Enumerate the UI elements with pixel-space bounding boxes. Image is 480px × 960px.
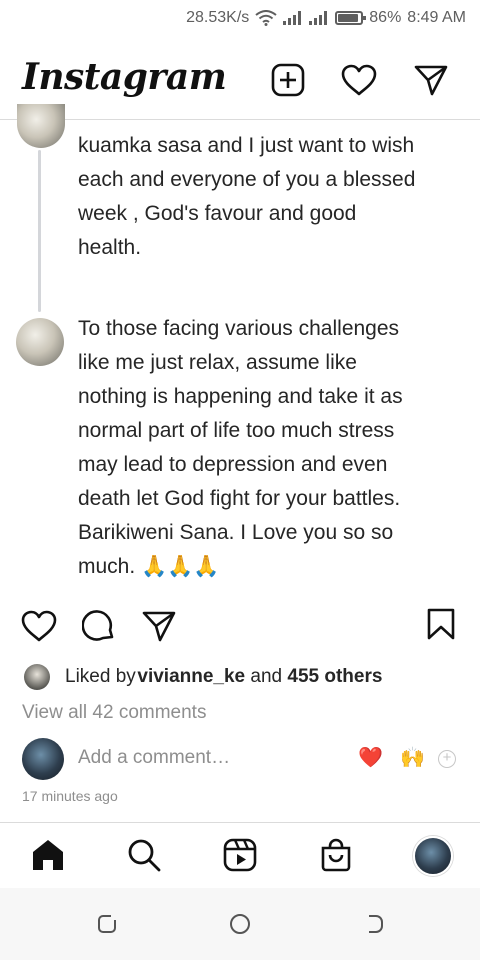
raised-hands-emoji-button[interactable]: 🙌 bbox=[400, 745, 425, 770]
battery-level: 86% bbox=[369, 9, 402, 26]
current-user-avatar bbox=[22, 738, 64, 780]
share-icon[interactable] bbox=[140, 607, 178, 645]
view-all-comments-link[interactable]: View all 42 comments bbox=[22, 702, 206, 724]
profile-avatar[interactable] bbox=[413, 836, 453, 876]
thread-connector-line bbox=[38, 150, 41, 312]
heart-emoji-button[interactable]: ❤️ bbox=[358, 745, 383, 770]
battery-icon bbox=[335, 11, 367, 25]
home-button-icon[interactable] bbox=[228, 912, 252, 936]
reels-icon[interactable] bbox=[220, 835, 260, 875]
comment-icon[interactable] bbox=[80, 607, 118, 645]
instagram-logo[interactable]: Instagram bbox=[22, 56, 227, 98]
post-timestamp: 17 minutes ago bbox=[22, 788, 118, 804]
liker-avatar bbox=[24, 664, 50, 690]
heart-icon[interactable] bbox=[341, 62, 377, 98]
home-icon[interactable] bbox=[28, 835, 68, 875]
liked-by-user[interactable]: vivianne_ke bbox=[137, 666, 245, 688]
reply-text-2: To those facing various challenges like … bbox=[78, 317, 403, 578]
wifi-icon bbox=[255, 10, 277, 26]
back-icon[interactable] bbox=[362, 912, 386, 936]
signal-icon-2 bbox=[309, 11, 328, 25]
liked-by-prefix: Liked by bbox=[65, 666, 136, 687]
clock: 8:49 AM bbox=[407, 9, 466, 26]
new-post-icon[interactable] bbox=[270, 62, 306, 98]
bottom-navigation bbox=[0, 822, 480, 888]
thread-avatar[interactable] bbox=[16, 318, 64, 366]
search-icon[interactable] bbox=[124, 835, 164, 875]
add-emoji-icon[interactable]: + bbox=[438, 750, 456, 768]
direct-message-icon[interactable] bbox=[413, 62, 449, 98]
app-header: Instagram bbox=[0, 42, 480, 120]
likes-summary[interactable]: Liked by vivianne_ke and 455 others bbox=[24, 662, 382, 692]
add-comment-row: Add a comment… ❤️ 🙌 + bbox=[0, 736, 480, 782]
comment-input[interactable]: Add a comment… bbox=[78, 747, 230, 769]
reply-text-1: kuamka sasa and I just want to wish each… bbox=[78, 134, 416, 259]
signal-icon bbox=[283, 11, 302, 25]
save-bookmark-icon[interactable] bbox=[422, 605, 460, 643]
liked-by-and: and bbox=[245, 666, 288, 687]
system-navigation-bar bbox=[0, 888, 480, 960]
like-icon[interactable] bbox=[20, 607, 58, 645]
liked-by-others[interactable]: 455 others bbox=[287, 666, 382, 688]
thread-avatar-partial[interactable] bbox=[17, 104, 65, 148]
status-bar: 28.53K/s 86% 8:49 AM bbox=[0, 0, 480, 36]
shop-icon[interactable] bbox=[316, 835, 356, 875]
network-speed: 28.53K/s bbox=[186, 9, 250, 26]
recents-icon[interactable] bbox=[95, 912, 119, 936]
